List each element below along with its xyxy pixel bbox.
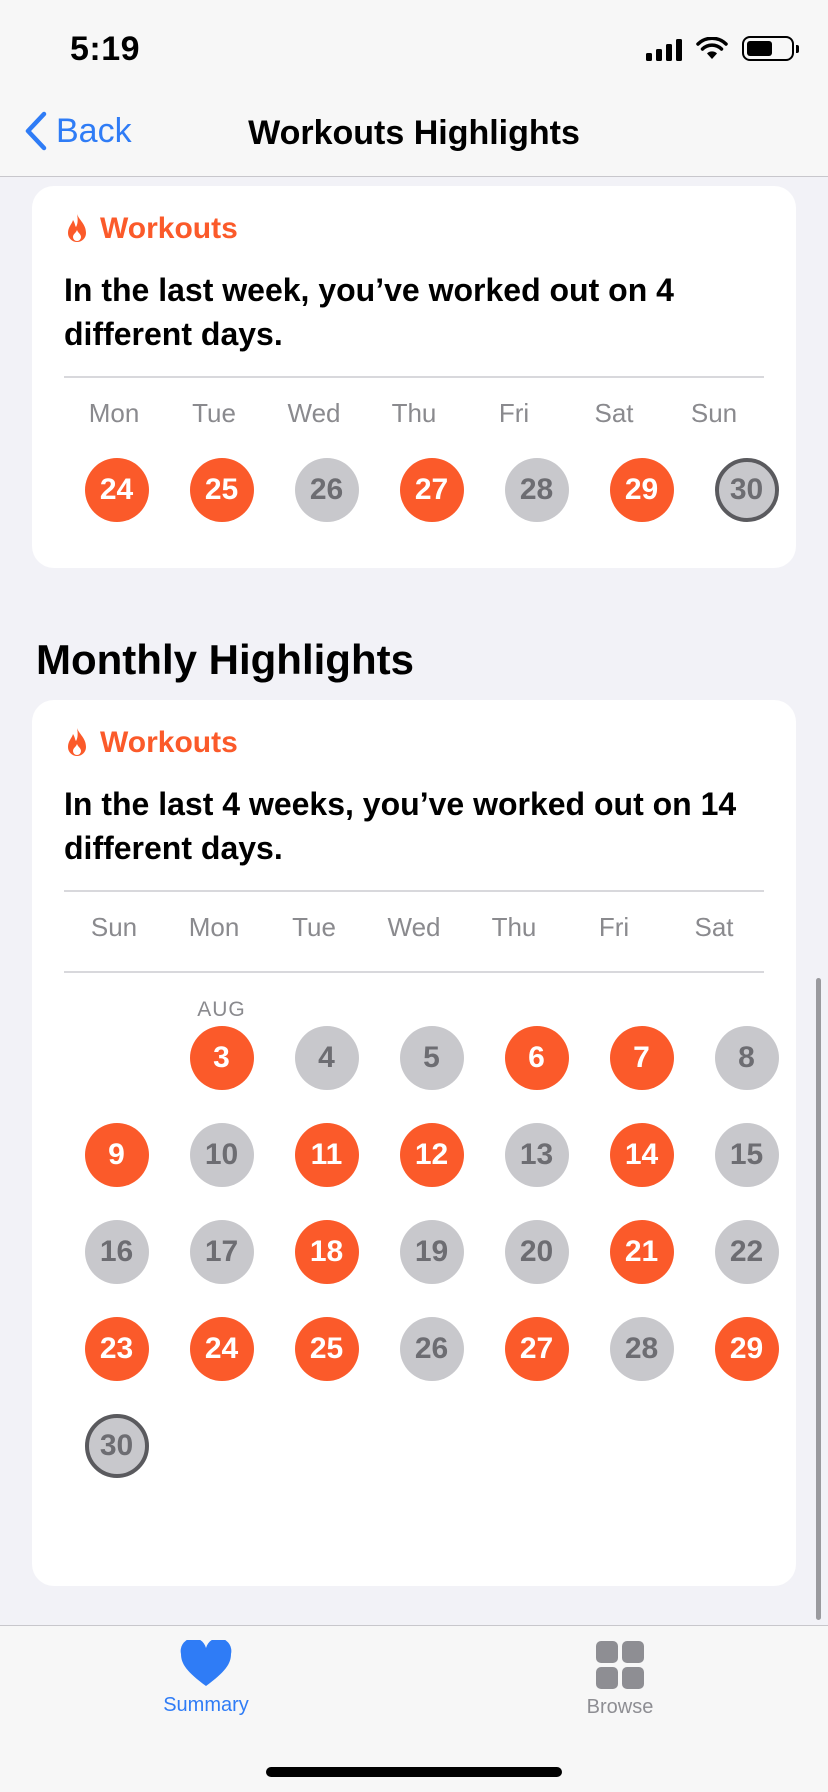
day-circle: 8 bbox=[714, 1026, 779, 1090]
card-header-label: Workouts bbox=[100, 212, 238, 245]
day-circle: 26 bbox=[294, 458, 359, 522]
day-circle: 4 bbox=[294, 1026, 359, 1090]
day-circle: 12 bbox=[399, 1123, 464, 1187]
weekday-label: Thu bbox=[491, 912, 537, 942]
day-circle: 16 bbox=[84, 1220, 149, 1284]
card-header: Workouts bbox=[64, 212, 238, 246]
weekday-labels: Sun Mon Tue Wed Thu Fri Sat bbox=[64, 890, 764, 943]
day-circle: 7 bbox=[609, 1026, 674, 1090]
weekday-label: Tue bbox=[292, 912, 336, 942]
cellular-signal-icon bbox=[646, 37, 682, 61]
battery-icon bbox=[742, 36, 799, 61]
day-circle: 13 bbox=[504, 1123, 569, 1187]
status-bar: 5:19 bbox=[0, 0, 828, 100]
day-circle: 11 bbox=[294, 1123, 359, 1187]
day-circle: 23 bbox=[84, 1317, 149, 1381]
day-circle: 30 bbox=[84, 1414, 149, 1478]
weekday-label: Fri bbox=[598, 912, 630, 942]
wifi-icon bbox=[696, 36, 728, 59]
day-circle: 3 bbox=[189, 1026, 254, 1090]
weekly-workouts-card[interactable]: Workouts In the last week, you’ve worked… bbox=[32, 186, 796, 568]
weekday-label: Fri bbox=[498, 398, 530, 428]
card-header: Workouts bbox=[64, 726, 238, 760]
tab-summary[interactable]: Summary bbox=[106, 1640, 306, 1717]
divider bbox=[64, 971, 764, 973]
day-circle: 25 bbox=[189, 458, 254, 522]
day-circle: 18 bbox=[294, 1220, 359, 1284]
page-title: Workouts Highlights bbox=[248, 114, 580, 152]
card-header-label: Workouts bbox=[100, 726, 238, 759]
scroll-indicator[interactable] bbox=[816, 978, 821, 1620]
day-circle: 27 bbox=[399, 458, 464, 522]
flame-icon bbox=[68, 728, 86, 756]
weekday-label: Mon bbox=[188, 912, 240, 942]
day-circle: 22 bbox=[714, 1220, 779, 1284]
tab-label: Summary bbox=[163, 1694, 249, 1716]
weekday-labels: Mon Tue Wed Thu Fri Sat Sun bbox=[64, 376, 764, 429]
weekday-label: Thu bbox=[391, 398, 437, 428]
day-circle: 24 bbox=[84, 458, 149, 522]
day-circle: 20 bbox=[504, 1220, 569, 1284]
tab-label: Browse bbox=[586, 1696, 654, 1718]
day-circle: 25 bbox=[294, 1317, 359, 1381]
weekday-label: Sun bbox=[690, 398, 738, 428]
weekday-label: Sun bbox=[90, 912, 138, 942]
day-circle: 29 bbox=[609, 458, 674, 522]
day-circle: 24 bbox=[189, 1317, 254, 1381]
day-circle: 15 bbox=[714, 1123, 779, 1187]
day-circle: 10 bbox=[189, 1123, 254, 1187]
day-circle: 27 bbox=[504, 1317, 569, 1381]
weekday-label: Sat bbox=[694, 912, 734, 942]
weekday-label: Sat bbox=[594, 398, 634, 428]
weekly-summary-text: In the last week, you’ve worked out on 4… bbox=[64, 272, 674, 352]
day-circle: 19 bbox=[399, 1220, 464, 1284]
day-circle: 6 bbox=[504, 1026, 569, 1090]
day-circle: 30 bbox=[714, 458, 779, 522]
day-circle: 9 bbox=[84, 1123, 149, 1187]
grid-icon bbox=[596, 1641, 644, 1689]
tab-browse[interactable]: Browse bbox=[520, 1640, 720, 1719]
weekday-label: Wed bbox=[287, 398, 341, 428]
home-indicator bbox=[266, 1767, 562, 1777]
day-circle: 29 bbox=[714, 1317, 779, 1381]
month-label: AUG bbox=[197, 998, 246, 1021]
status-icons bbox=[646, 36, 799, 61]
section-title: Monthly Highlights bbox=[36, 636, 414, 683]
navigation-bar: Back Workouts Highlights bbox=[0, 100, 828, 177]
day-circle: 28 bbox=[504, 458, 569, 522]
status-time: 5:19 bbox=[70, 30, 141, 68]
weekly-day-circles: 24 25 26 27 28 29 30 bbox=[64, 458, 779, 522]
flame-icon bbox=[68, 214, 86, 242]
scroll-content[interactable]: Workouts In the last week, you’ve worked… bbox=[0, 178, 828, 1625]
monthly-workouts-card[interactable]: Workouts In the last 4 weeks, you’ve wor… bbox=[32, 700, 796, 1586]
heart-icon bbox=[180, 1640, 232, 1686]
day-circle: 26 bbox=[399, 1317, 464, 1381]
day-circle: 17 bbox=[189, 1220, 254, 1284]
day-circle: 28 bbox=[609, 1317, 674, 1381]
day-circle: 5 bbox=[399, 1026, 464, 1090]
weekday-label: Tue bbox=[192, 398, 236, 428]
day-circle: 21 bbox=[609, 1220, 674, 1284]
weekday-label: Wed bbox=[387, 912, 441, 942]
monthly-summary-text: In the last 4 weeks, you’ve worked out o… bbox=[64, 786, 737, 866]
day-circle: 14 bbox=[609, 1123, 674, 1187]
weekday-label: Mon bbox=[88, 398, 140, 428]
